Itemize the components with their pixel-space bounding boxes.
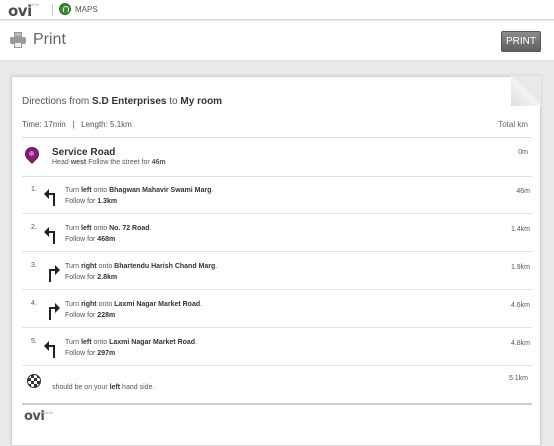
divider [22, 137, 532, 138]
topbar-divider [52, 4, 53, 16]
maps-link[interactable]: MAPS [75, 5, 98, 14]
step-instruction: Turn left onto Laxmi Nagar Market Road. [65, 339, 198, 346]
footer-divider [22, 403, 532, 405]
step-distance: 1.9km [510, 264, 530, 271]
route-summary: Time: 17min | Length: 5.1km [22, 120, 132, 129]
directions-title: Directions from S.D Enterprises to My ro… [22, 96, 223, 107]
top-bar: ovi NOKIA MAPS [0, 0, 554, 20]
step-follow: Follow for 468m [65, 236, 116, 243]
turn-right-icon [49, 303, 60, 320]
step-number: 1. [31, 186, 37, 193]
route-time: Time: 17min [22, 120, 66, 129]
printer-icon [10, 32, 26, 48]
start-distance: 0m [518, 149, 528, 156]
footer-nokia-text: NOKIA [42, 411, 53, 415]
turn-right-icon [49, 265, 60, 282]
direction-step: 3. Turn right onto Bhartendu Harish Chan… [22, 254, 532, 290]
step-number: 2. [31, 224, 37, 231]
destination-name: My room [180, 96, 223, 107]
page-header: Print PRINT [0, 21, 554, 61]
start-pin-icon [22, 144, 42, 165]
route-length: Length: 5.1km [81, 120, 132, 129]
step-number: 4. [31, 300, 37, 307]
nokia-logo-text: NOKIA [28, 3, 39, 7]
direction-step: 4. Turn right onto Laxmi Nagar Market Ro… [22, 292, 532, 328]
step-number: 5. [31, 338, 37, 345]
turn-left-icon [44, 341, 55, 358]
total-km-header: Total km [498, 120, 528, 129]
destination-distance: 5.1km [508, 375, 528, 382]
direction-step: 1. Turn left onto Bhagwan Mahavir Swami … [22, 178, 532, 214]
destination-instruction: should be on your left hand side. [52, 384, 155, 391]
maps-icon[interactable] [59, 3, 71, 15]
step-instruction: Turn right onto Bhartendu Harish Chand M… [65, 263, 218, 270]
step-instruction: Turn left onto Bhagwan Mahavir Swami Mar… [65, 187, 214, 194]
divider [22, 176, 532, 177]
destination-flag-icon [27, 374, 41, 390]
start-instruction: Head west Follow the street for 46m [52, 159, 166, 166]
step-follow: Follow for 228m [65, 312, 116, 319]
step-distance: 46m [516, 188, 530, 195]
direction-step: 2. Turn left onto No. 72 Road. Follow fo… [22, 216, 532, 252]
step-number: 3. [31, 262, 37, 269]
step-follow: Follow for 297m [65, 350, 116, 357]
directions-sheet: Directions from S.D Enterprises to My ro… [11, 76, 541, 446]
turn-left-icon [44, 227, 55, 244]
step-distance: 4.6km [510, 302, 530, 309]
step-follow: Follow for 1.3km [65, 198, 118, 205]
step-distance: 1.4km [510, 226, 530, 233]
page-title: Print [33, 31, 66, 48]
step-instruction: Turn right onto Laxmi Nagar Market Road. [65, 301, 203, 308]
step-instruction: Turn left onto No. 72 Road. [65, 225, 152, 232]
start-road-name: Service Road [52, 147, 116, 158]
page-corner-fold [511, 76, 541, 106]
step-distance: 4.8km [510, 340, 530, 347]
origin-name: S.D Enterprises [92, 96, 167, 107]
direction-step: 5. Turn left onto Laxmi Nagar Market Roa… [22, 330, 532, 366]
turn-left-icon [44, 189, 55, 206]
step-follow: Follow for 2.8km [65, 274, 118, 281]
print-button[interactable]: PRINT [501, 31, 541, 52]
